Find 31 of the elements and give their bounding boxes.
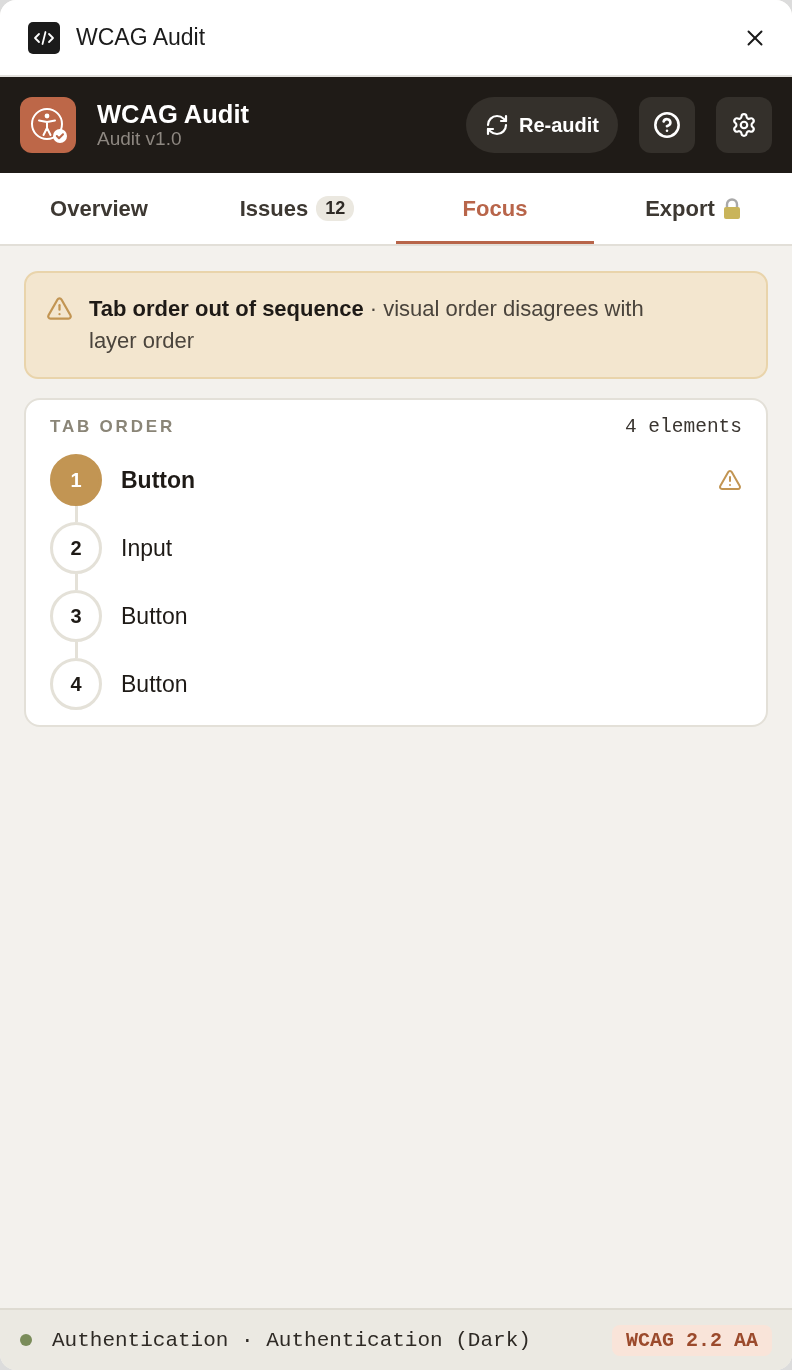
order-number: 3 [50, 590, 102, 642]
reaudit-button[interactable]: Re-audit [466, 97, 618, 153]
app-version: Audit v1.0 [97, 128, 183, 150]
settings-icon [731, 112, 757, 138]
code-icon [28, 21, 60, 54]
standard-badge: WCAG 2.2 AA [611, 1324, 772, 1356]
order-number: 4 [50, 658, 102, 710]
status-dot-icon [20, 1334, 32, 1346]
help-button[interactable] [639, 97, 695, 153]
window-title: WCAG Audit [76, 24, 207, 51]
element-label: Input [121, 534, 174, 562]
tab[interactable]: Overview [0, 173, 198, 244]
app-title: WCAG Audit [97, 100, 251, 128]
order-number: 2 [50, 522, 102, 574]
element-label: Button [121, 670, 189, 698]
tab[interactable]: Export [594, 173, 792, 244]
status-text: Authentication · Authentication (Dark) [52, 1328, 532, 1352]
element-label: Button [121, 466, 197, 494]
warning-icon [46, 295, 73, 322]
element-count: 4 elements [624, 416, 742, 438]
tab[interactable]: Issues 12 [198, 173, 396, 244]
order-number: 1 [50, 454, 102, 506]
element-label: Button [121, 602, 189, 630]
tab[interactable]: Focus [396, 173, 594, 244]
section-heading: TAB ORDER [50, 417, 175, 437]
count-badge: 12 [316, 196, 355, 221]
warning-message: Tab order out of sequence · visual order disagrees with layer order [89, 295, 645, 355]
accessibility-logo-icon [20, 97, 76, 153]
settings-button[interactable] [716, 97, 772, 153]
help-icon [653, 111, 681, 139]
refresh-icon [485, 113, 509, 137]
